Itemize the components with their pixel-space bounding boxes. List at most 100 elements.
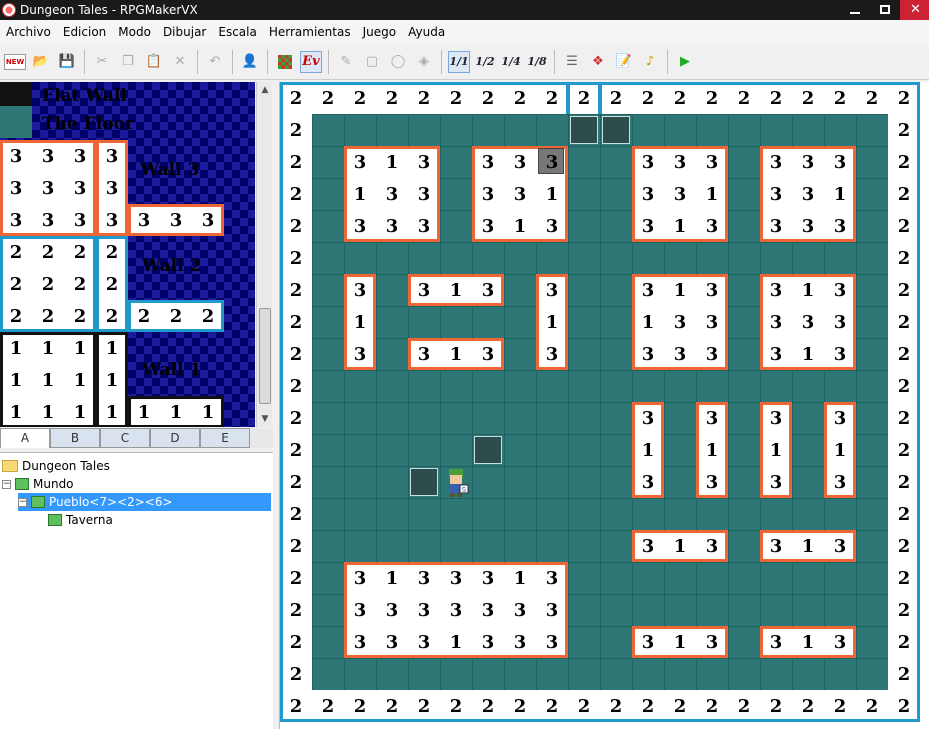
wall-block-5[interactable]: 313133333 xyxy=(632,274,728,370)
wall-row-top[interactable]: 313 xyxy=(408,274,504,306)
database-button[interactable]: ☰ xyxy=(561,51,583,73)
tab-d[interactable]: D xyxy=(150,428,200,448)
tree-node-mundo[interactable]: − Mundo xyxy=(2,475,74,493)
wall-digit: 3 xyxy=(353,151,367,173)
cut-button[interactable]: ✂ xyxy=(91,51,113,73)
close-button[interactable]: ✕ xyxy=(900,0,929,20)
border-digit: 2 xyxy=(801,87,815,109)
new-project-button[interactable]: NEW xyxy=(3,51,27,73)
wall-digit: 3 xyxy=(545,151,559,173)
scroll-thumb[interactable] xyxy=(259,308,271,404)
border-digit: 2 xyxy=(289,663,303,685)
player-start-icon[interactable]: S xyxy=(442,467,470,497)
event-tile[interactable] xyxy=(602,116,630,144)
scroll-down-icon[interactable]: ▼ xyxy=(257,411,273,427)
wall-row-pair[interactable]: 313 xyxy=(760,530,856,562)
tree-node-pueblo[interactable]: − Pueblo<7><2><6> xyxy=(18,493,271,511)
zoom-1-4-button[interactable]: 1/4 xyxy=(500,51,522,73)
tileset-scrollbar[interactable]: ▲ ▼ xyxy=(256,82,272,427)
wall-3-tile-group[interactable]: 333 xyxy=(128,204,224,236)
wall-1-tile-group[interactable]: 111 xyxy=(128,396,224,427)
character-button[interactable]: 👤 xyxy=(239,51,261,73)
scroll-up-icon[interactable]: ▲ xyxy=(257,82,273,98)
paste-button[interactable]: 📋 xyxy=(143,51,165,73)
zoom-1-2-button[interactable]: 1/2 xyxy=(474,51,496,73)
wall-pillar[interactable]: 3 1 3 xyxy=(760,402,792,498)
wall-digit: 3 xyxy=(641,535,655,557)
copy-button[interactable]: ❐ xyxy=(117,51,139,73)
event-mode-button[interactable]: Ev xyxy=(300,50,322,73)
wall-3-tile-group[interactable]: 333 xyxy=(96,140,128,236)
menu-juego[interactable]: Juego xyxy=(357,20,403,44)
event-tile[interactable] xyxy=(410,468,438,496)
map-mode-button[interactable] xyxy=(274,51,296,73)
delete-button[interactable]: ✕ xyxy=(169,51,191,73)
menu-archivo[interactable]: Archivo xyxy=(0,20,57,44)
wall-block-4[interactable]: 333331333 xyxy=(760,146,856,242)
tab-b[interactable]: B xyxy=(50,428,100,448)
wall-row-pair[interactable]: 313 xyxy=(632,626,728,658)
fill-tool-button[interactable]: ◈ xyxy=(413,51,435,73)
wall-3-tile-group[interactable]: 333333333 xyxy=(0,140,96,236)
wall-block-3[interactable]: 333331313 xyxy=(632,146,728,242)
border-digit: 2 xyxy=(289,87,303,109)
wall-block-7[interactable]: 313331333333333331333 xyxy=(344,562,568,658)
wall-digit: 3 xyxy=(769,343,783,365)
playtest-button[interactable]: ▶ xyxy=(674,51,696,73)
event-tile[interactable] xyxy=(474,436,502,464)
wall-digit: 3 xyxy=(705,631,719,653)
flat-wall-swatch[interactable] xyxy=(0,82,32,106)
menu-escala[interactable]: Escala xyxy=(212,20,262,44)
menu-edicion[interactable]: Edicion xyxy=(57,20,112,44)
map-grid-icon xyxy=(278,54,292,69)
wall-row-bottom[interactable]: 313 xyxy=(408,338,504,370)
map-editor-canvas[interactable]: 2222222222222222222222222222222222222222… xyxy=(279,82,929,729)
tileset-palette[interactable]: Flat Wall The Floor Wall 3 Wall 2 Wall 1… xyxy=(0,82,255,427)
wall-digit: 3 xyxy=(513,631,527,653)
wall-pillar[interactable]: 3 1 3 xyxy=(824,402,856,498)
tile-digit: 2 xyxy=(201,305,215,327)
pencil-tool-button[interactable]: ✎ xyxy=(335,51,357,73)
zoom-1-1-button[interactable]: 1/1 xyxy=(448,50,470,73)
tileset-label: Wall 3 xyxy=(140,160,200,180)
wall-column-mid[interactable]: 3 1 3 xyxy=(536,274,568,370)
maximize-button[interactable] xyxy=(870,0,900,20)
tile-digit: 3 xyxy=(73,209,87,231)
menu-ayuda[interactable]: Ayuda xyxy=(402,20,451,44)
wall-row-pair[interactable]: 313 xyxy=(632,530,728,562)
wall-block-1[interactable]: 313133333 xyxy=(344,146,440,242)
ellipse-tool-button[interactable]: ◯ xyxy=(387,51,409,73)
menu-dibujar[interactable]: Dibujar xyxy=(157,20,212,44)
open-project-button[interactable]: 📂 xyxy=(30,51,52,73)
floor-swatch[interactable] xyxy=(0,106,32,138)
wall-1-tile-group[interactable]: 111 xyxy=(96,332,128,427)
resource-manager-button[interactable]: ❖ xyxy=(587,51,609,73)
event-tile[interactable] xyxy=(570,116,598,144)
zoom-1-8-button[interactable]: 1/8 xyxy=(526,51,548,73)
wall-1-tile-group[interactable]: 111111111 xyxy=(0,332,96,427)
sound-test-button[interactable]: ♪ xyxy=(639,51,661,73)
wall-pillar[interactable]: 3 1 3 xyxy=(632,402,664,498)
collapse-icon[interactable]: − xyxy=(2,479,11,489)
tab-a[interactable]: A xyxy=(0,428,50,448)
menu-herramientas[interactable]: Herramientas xyxy=(263,20,357,44)
collapse-icon[interactable]: − xyxy=(18,497,27,507)
save-project-button[interactable]: 💾 xyxy=(56,51,78,73)
wall-pillar[interactable]: 3 1 3 xyxy=(696,402,728,498)
wall-2-tile-group[interactable]: 222 xyxy=(96,236,128,332)
tree-node-taverna[interactable]: Taverna xyxy=(48,511,113,529)
wall-column-left[interactable]: 3 1 3 xyxy=(344,274,376,370)
wall-row-pair[interactable]: 313 xyxy=(760,626,856,658)
wall-2-tile-group[interactable]: 222 xyxy=(128,300,224,332)
menu-modo[interactable]: Modo xyxy=(112,20,157,44)
tree-node-project[interactable]: Dungeon Tales xyxy=(2,457,110,475)
wall-block-6[interactable]: 313333313 xyxy=(760,274,856,370)
rectangle-tool-button[interactable]: ▢ xyxy=(361,51,383,73)
script-editor-button[interactable]: 📝 xyxy=(613,51,635,73)
tab-c[interactable]: C xyxy=(100,428,150,448)
wall-2-tile-group[interactable]: 222222222 xyxy=(0,236,96,332)
minimize-button[interactable] xyxy=(840,0,870,20)
tile-digit: 1 xyxy=(41,369,55,391)
tab-e[interactable]: E xyxy=(200,428,250,448)
undo-button[interactable]: ↶ xyxy=(204,51,226,73)
